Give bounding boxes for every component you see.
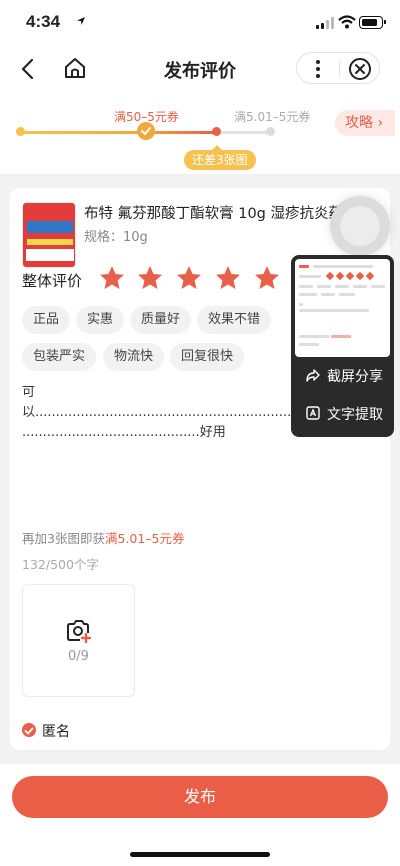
screenshot-thumbnail[interactable]: [295, 259, 390, 357]
coupon-progress: 满50–5元券 满5.01–5元券 还差3张图 攻略 ›: [0, 94, 400, 174]
more-options-icon[interactable]: [305, 56, 331, 82]
battery-icon: [359, 16, 386, 29]
tag-chip[interactable]: 效果不错: [197, 306, 272, 334]
share-icon: [306, 369, 320, 382]
char-counter: 132/500个字: [22, 557, 99, 572]
status-time: 4:34: [26, 12, 61, 31]
text-extract-icon: [306, 406, 320, 420]
tag-chip[interactable]: 实惠: [76, 306, 125, 334]
anonymous-label: 匿名: [42, 724, 70, 740]
home-indicator: [130, 852, 270, 857]
star-icon[interactable]: [253, 264, 281, 292]
cellular-signal-icon: [316, 17, 334, 29]
status-bar: 4:34: [0, 0, 400, 44]
bottom-bar: 发布: [0, 764, 400, 866]
photos-needed-tag: 还差3张图: [184, 145, 256, 170]
star-icon[interactable]: [98, 264, 126, 292]
photo-upload-button[interactable]: 0/9: [22, 584, 135, 697]
checkbox-checked-icon: [22, 723, 36, 737]
tag-chip[interactable]: 物流快: [103, 343, 165, 371]
publish-button[interactable]: 发布: [12, 776, 388, 818]
milestone-2-dot: [266, 127, 275, 136]
bonus-hint-coupon: 满5.01–5元券: [104, 531, 185, 546]
camera-add-icon: [67, 620, 92, 643]
product-image[interactable]: [22, 202, 76, 268]
milestone-1-label: 满50–5元券: [114, 110, 179, 124]
text-extract-item[interactable]: 文字提取: [291, 395, 394, 431]
location-arrow-icon: [77, 17, 85, 25]
star-icon[interactable]: [214, 264, 242, 292]
nav-bar: 发布评价: [0, 44, 400, 94]
mini-program-capsule: [296, 52, 380, 84]
tag-chip[interactable]: 质量好: [130, 306, 192, 334]
tag-chip[interactable]: 回复很快: [170, 343, 245, 371]
wifi-icon: [338, 15, 356, 29]
guide-button[interactable]: 攻略 ›: [335, 110, 395, 136]
photo-count: 0/9: [68, 649, 89, 664]
bonus-hint: 再加3张图即获满5.01–5元券: [22, 528, 185, 547]
progress-start-dot: [16, 127, 25, 136]
screenshot-share-label: 截屏分享: [327, 369, 383, 385]
star-icon[interactable]: [136, 264, 164, 292]
capsule-divider: [339, 61, 340, 77]
progress-track-done: [20, 131, 216, 134]
screenshot-popup-menu: 截屏分享 文字提取: [291, 255, 394, 437]
product-title: 布特 氟芬那酸丁酯软膏 10g 湿疹抗炎药物: [84, 206, 358, 222]
tag-chip[interactable]: 正品: [22, 306, 71, 334]
progress-current-dot: [212, 127, 221, 136]
overall-rating-label: 整体评价: [22, 272, 83, 290]
milestone-2-label: 满5.01–5元券: [234, 110, 311, 124]
star-icon[interactable]: [175, 264, 203, 292]
floating-assistive-button[interactable]: [330, 196, 390, 256]
close-circle-icon[interactable]: [347, 56, 373, 82]
screenshot-share-item[interactable]: 截屏分享: [291, 357, 394, 393]
tag-chip[interactable]: 包装严实: [22, 343, 97, 371]
bonus-hint-prefix: 再加3张图即获: [22, 531, 105, 546]
text-extract-label: 文字提取: [327, 407, 383, 423]
product-spec: 规格：10g: [84, 230, 148, 245]
progress-track-remaining: [216, 131, 270, 134]
